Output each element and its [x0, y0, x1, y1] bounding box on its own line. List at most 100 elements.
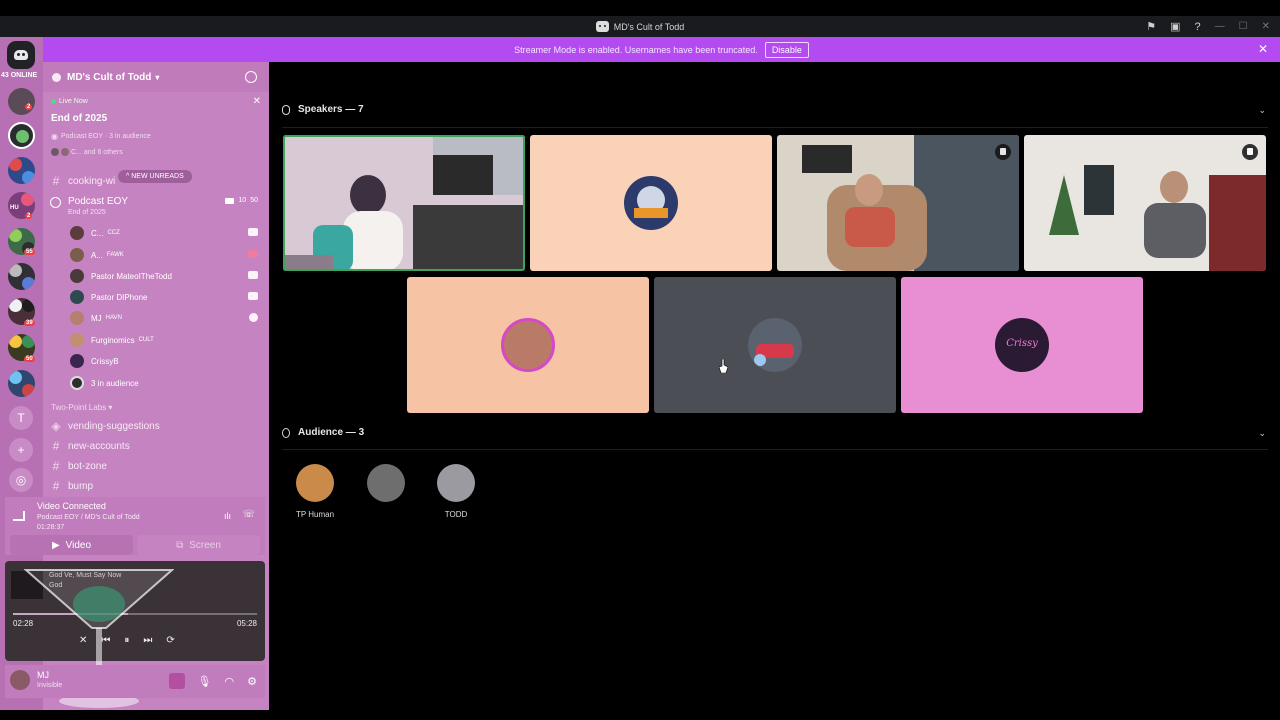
pause-icon[interactable]: ⏸ [124, 635, 129, 646]
settings-icon[interactable]: ⚙ [247, 675, 257, 688]
audience-member[interactable] [356, 464, 416, 510]
server-quad [9, 158, 22, 171]
member-tag: CCZ [107, 230, 120, 236]
member-name: A... [91, 250, 104, 260]
server-badge: 55 [24, 249, 35, 255]
track-title: God Ve, Must Say Now [49, 572, 122, 579]
chevron-down-icon[interactable]: ⌄ [1258, 428, 1266, 439]
audience-name: TP Human [295, 510, 335, 519]
speaker-avatar-tile[interactable] [407, 277, 649, 413]
channel-label: bump [68, 480, 94, 492]
divider [282, 449, 1268, 450]
voice-member[interactable]: MJ HAVN [70, 309, 260, 327]
speaker-avatar-tile[interactable]: Crissy [901, 277, 1143, 413]
voice-channel-podcast[interactable]: Podcast EOY End of 2025 10 50 [50, 194, 264, 218]
minimize-icon[interactable]: — [1215, 21, 1225, 32]
server-icon-active[interactable] [8, 122, 35, 149]
voice-member[interactable]: Furginomics CULT [70, 331, 260, 349]
floor [283, 255, 333, 271]
speaker-video-tile[interactable] [1024, 135, 1266, 271]
speaker-avatar-tile[interactable] [654, 277, 896, 413]
app-icon [595, 21, 609, 32]
server-t-button[interactable]: T [9, 406, 33, 430]
savage-logo-icon [634, 186, 668, 218]
speakers-header[interactable]: Speakers — 7 [282, 104, 364, 115]
channel-bot-zone[interactable]: # bot-zone [50, 459, 107, 473]
avatar [367, 464, 405, 502]
channel-label: vending-suggestions [68, 420, 160, 432]
camera-icon [248, 228, 258, 236]
stage-icon: ◉ [51, 132, 58, 141]
invite-people-icon[interactable] [245, 71, 257, 83]
server-badge: 50 [24, 356, 35, 362]
voice-member[interactable]: C... CCZ [70, 224, 260, 242]
next-icon[interactable]: ⏭ [143, 635, 152, 646]
maximize-icon[interactable]: ☐ [1239, 21, 1248, 32]
category-label[interactable]: Two-Point Labs ▾ [51, 403, 112, 412]
person-head [1160, 171, 1188, 203]
server-icon[interactable] [8, 88, 35, 115]
speaker-avatar-tile[interactable] [530, 135, 772, 271]
microphone-icon[interactable]: 🎙 [198, 675, 212, 688]
voice-member[interactable]: CrissyB [70, 352, 260, 370]
voice-channel-name: Podcast EOY [68, 196, 129, 207]
title-bar-center: MD's Cult of Todd [595, 21, 684, 32]
headset-icon[interactable]: ◠ [225, 675, 235, 688]
voice-member-audience[interactable]: 3 in audience [70, 374, 260, 392]
window-close-icon[interactable]: ✕ [1262, 21, 1270, 32]
member-name: CrissyB [91, 356, 119, 366]
screen-share-button[interactable]: ⧉ Screen [137, 535, 260, 555]
audience-member[interactable]: TP Human [285, 464, 345, 519]
member-name: Furginomics [91, 335, 135, 345]
webcam-feed-1 [283, 135, 525, 271]
guild-header[interactable]: MD's Cult of Todd ▾ [43, 62, 269, 92]
live-now-card[interactable]: Live Now ✕ End of 2025 ◉ Podcast EOY · 3 … [45, 92, 267, 162]
banner-close-icon[interactable]: ✕ [1258, 42, 1268, 56]
discover-icon[interactable]: ◎ [9, 468, 33, 492]
channel-bump[interactable]: # bump [50, 479, 93, 493]
speaker-video-tile[interactable] [777, 135, 1019, 271]
video-button[interactable]: ▶ Video [10, 535, 133, 555]
channel-new-accounts[interactable]: # new-accounts [50, 439, 130, 453]
server-quad [9, 229, 22, 242]
audience-member[interactable]: TODD [426, 464, 486, 519]
server-folder-icon[interactable] [8, 370, 35, 397]
signal-icon [13, 511, 25, 521]
voice-member[interactable]: A... FAWK [70, 246, 260, 264]
channel-vending-suggestions[interactable]: ◈ vending-suggestions [50, 419, 160, 433]
avatar [624, 176, 678, 230]
voice-member[interactable]: Pastor MateoITheTodd [70, 267, 260, 285]
chevron-down-icon[interactable]: ⌄ [1258, 105, 1266, 116]
disconnect-icon[interactable]: ☏ [242, 509, 255, 520]
previous-icon[interactable]: ⏮ [101, 635, 110, 646]
avatar [70, 248, 84, 262]
inbox-icon[interactable]: ▣ [1170, 20, 1180, 33]
add-server-icon[interactable]: + [9, 438, 33, 462]
server-quad [22, 335, 35, 348]
progress-bar[interactable] [13, 613, 257, 615]
close-icon[interactable]: ✕ [253, 96, 261, 107]
voice-status: Video Connected [37, 501, 106, 511]
server-folder-icon[interactable] [8, 263, 35, 290]
speaker-video-tile[interactable] [283, 135, 525, 271]
channel-label: new-accounts [68, 440, 130, 452]
help-icon[interactable]: ? [1195, 21, 1201, 33]
discord-home-icon[interactable] [7, 41, 35, 69]
video-camera-icon: ▶ [51, 539, 60, 551]
server-folder-icon[interactable] [8, 157, 35, 184]
disable-streamer-mode-button[interactable]: Disable [764, 41, 809, 58]
category-name: Two-Point Labs [51, 403, 107, 412]
shuffle-icon[interactable]: ✕ [79, 635, 87, 646]
noise-suppression-icon[interactable]: ılı [224, 511, 231, 521]
flag-icon[interactable]: ⚑ [1146, 20, 1156, 33]
repeat-icon[interactable]: ⟳ [166, 635, 174, 646]
camera-off-icon[interactable] [168, 673, 185, 689]
avatar[interactable] [10, 670, 30, 690]
letterbox-top [0, 0, 1280, 16]
server-quad [21, 193, 34, 206]
channel-cooking[interactable]: # cooking-wi [50, 174, 116, 188]
audience-header[interactable]: Audience — 3 [282, 427, 364, 438]
new-unreads-pill[interactable]: ^ NEW UNREADS [118, 170, 192, 183]
guild-icon [52, 72, 61, 82]
voice-member[interactable]: Pastor DIPhone [70, 288, 260, 306]
